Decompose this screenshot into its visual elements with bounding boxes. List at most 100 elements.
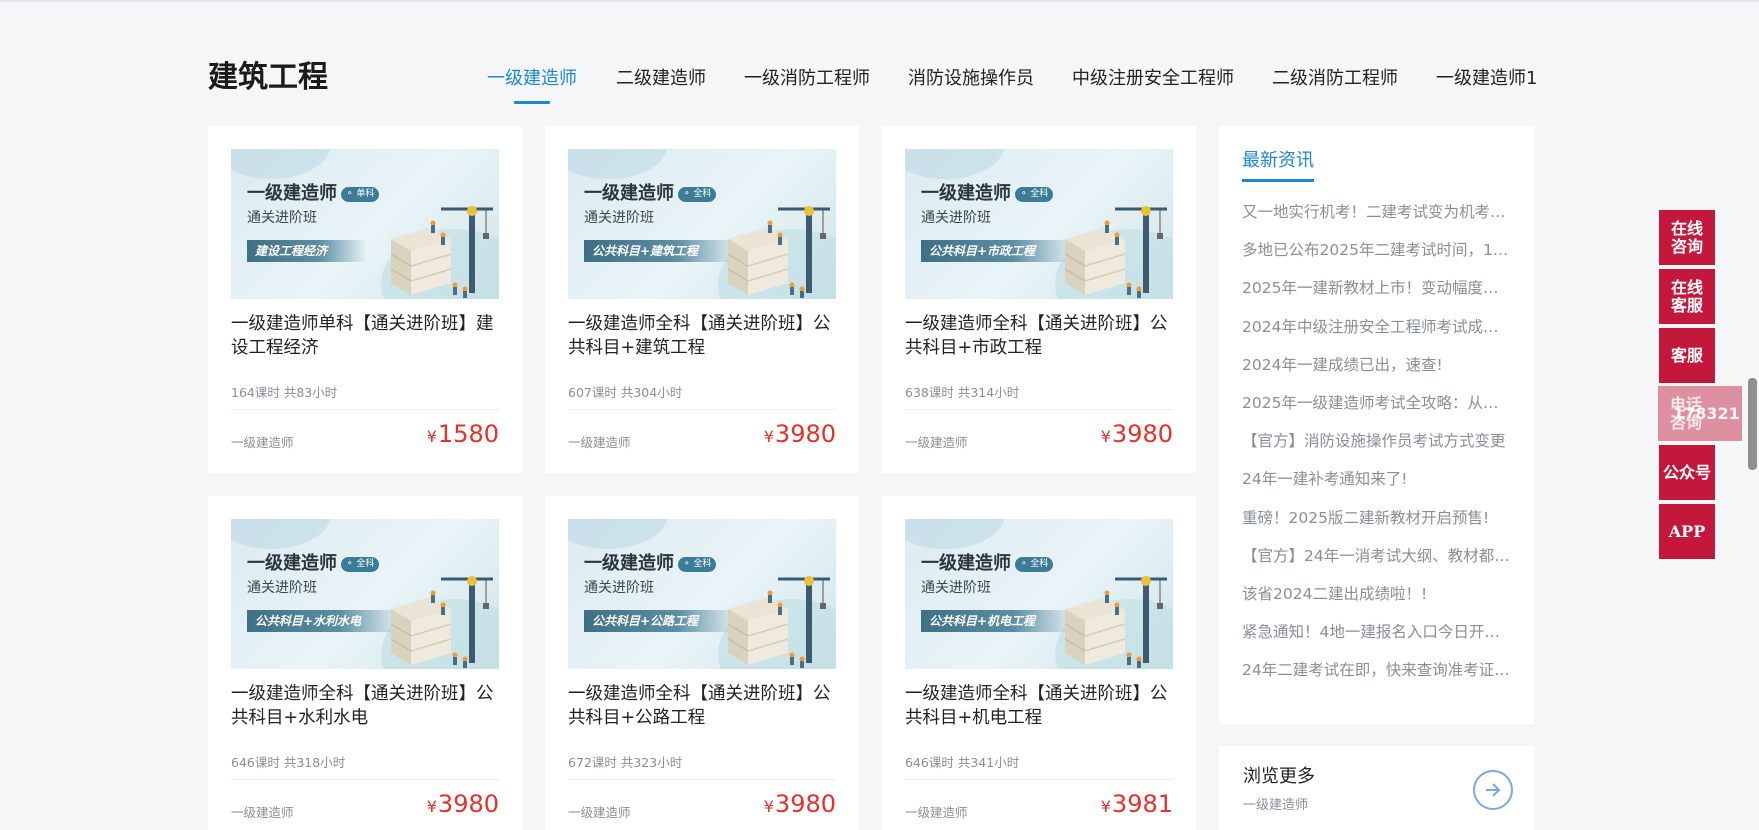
course-card[interactable]: 一级建造师 ⚬ 全科 通关进阶班 公共科目+市政工程 一级建造师全科【通关进阶班… — [882, 126, 1196, 473]
thumbnail-ribbon: 公共科目+机电工程 — [921, 610, 1076, 632]
thumbnail-ribbon: 公共科目+公路工程 — [584, 610, 739, 632]
thumbnail-title: 一级建造师 ⚬ 全科 — [584, 179, 717, 205]
course-category: 一级建造师 — [905, 805, 968, 820]
news-item[interactable]: 24年一建补考通知来了! — [1242, 469, 1514, 507]
news-item[interactable]: 24年二建考试在即，快来查询准考证… — [1242, 660, 1514, 698]
course-category: 一级建造师 — [231, 805, 294, 820]
online-service-button[interactable]: 在线客服 — [1659, 269, 1715, 324]
thumbnail-decor — [568, 519, 668, 549]
headphone-badge: ⚬ 全科 — [341, 557, 380, 572]
thumbnail-decor — [905, 519, 1005, 549]
news-panel: 最新资讯 又一地实行机考！二建考试变为机考… 多地已公布2025年二建考试时间，… — [1219, 126, 1534, 724]
course-thumbnail[interactable]: 一级建造师 ⚬ 单科 通关进阶班 建设工程经济 — [231, 149, 499, 299]
course-thumbnail[interactable]: 一级建造师 ⚬ 全科 通关进阶班 公共科目+市政工程 — [905, 149, 1173, 299]
news-item[interactable]: 2025年一建新教材上市！变动幅度… — [1242, 278, 1514, 316]
tab-erxiao[interactable]: 二级消防工程师 — [1272, 64, 1398, 104]
app-button[interactable]: APP — [1659, 504, 1715, 559]
course-card[interactable]: 一级建造师 ⚬ 全科 通关进阶班 公共科目+建筑工程 一级建造师全科【通关进阶班… — [545, 126, 859, 473]
thumbnail-subtitle: 通关进阶班 — [584, 580, 654, 596]
course-title[interactable]: 一级建造师全科【通关进阶班】公共科目+机电工程 — [905, 682, 1175, 730]
course-price: ¥3980 — [763, 790, 836, 818]
thumbnail-subtitle: 通关进阶班 — [584, 210, 654, 226]
thumbnail-title: 一级建造师 ⚬ 全科 — [247, 549, 380, 575]
thumbnail-subtitle: 通关进阶班 — [921, 210, 991, 226]
building-crane-illustration — [1064, 206, 1167, 298]
arrow-right-circle-icon[interactable] — [1473, 770, 1513, 810]
course-card[interactable]: 一级建造师 ⚬ 全科 通关进阶班 公共科目+水利水电 一级建造师全科【通关进阶班… — [208, 496, 522, 830]
thumbnail-ribbon: 建设工程经济 — [247, 240, 368, 262]
building-crane-illustration — [390, 576, 493, 668]
online-consult-button[interactable]: 在线咨询 — [1659, 210, 1715, 265]
tab-safety-engineer[interactable]: 中级注册安全工程师 — [1072, 64, 1234, 104]
course-category: 一级建造师 — [231, 435, 294, 450]
course-category: 一级建造师 — [568, 435, 631, 450]
thumbnail-ribbon: 公共科目+水利水电 — [247, 610, 402, 632]
course-title[interactable]: 一级建造师单科【通关进阶班】建设工程经济 — [231, 312, 501, 360]
category-tabs: 一级建造师 二级建造师 一级消防工程师 消防设施操作员 中级注册安全工程师 二级… — [487, 64, 1537, 104]
official-account-button[interactable]: 公众号 — [1659, 445, 1715, 500]
course-thumbnail[interactable]: 一级建造师 ⚬ 全科 通关进阶班 公共科目+建筑工程 — [568, 149, 836, 299]
service-button[interactable]: 客服 — [1659, 328, 1715, 383]
news-item[interactable]: 2024年一建成绩已出，速查! — [1242, 355, 1514, 393]
thumbnail-subtitle: 通关进阶班 — [247, 210, 317, 226]
news-item[interactable]: 紧急通知！4地一建报名入口今日开… — [1242, 622, 1514, 660]
course-price: ¥3981 — [1100, 790, 1173, 818]
course-hours: 638课时 共314小时 — [905, 385, 1020, 400]
course-hours: 672课时 共323小时 — [568, 755, 683, 770]
news-item[interactable]: 又一地实行机考！二建考试变为机考… — [1242, 202, 1514, 240]
thumbnail-subtitle: 通关进阶班 — [921, 580, 991, 596]
thumbnail-title: 一级建造师 ⚬ 全科 — [584, 549, 717, 575]
course-price: ¥3980 — [426, 790, 499, 818]
course-thumbnail[interactable]: 一级建造师 ⚬ 全科 通关进阶班 公共科目+公路工程 — [568, 519, 836, 669]
news-item[interactable]: 【官方】消防设施操作员考试方式变更 — [1242, 431, 1514, 469]
divider — [568, 409, 836, 410]
headphone-badge: ⚬ 全科 — [1015, 557, 1054, 572]
page-title: 建筑工程 — [208, 60, 328, 95]
browse-more-title: 浏览更多 — [1243, 766, 1315, 787]
headphone-badge: ⚬ 全科 — [678, 187, 717, 202]
course-card[interactable]: 一级建造师 ⚬ 全科 通关进阶班 公共科目+机电工程 一级建造师全科【通关进阶班… — [882, 496, 1196, 830]
news-item[interactable]: 多地已公布2025年二建考试时间，1… — [1242, 240, 1514, 278]
news-item[interactable]: 【官方】24年一消考试大纲、教材都… — [1242, 546, 1514, 584]
news-item[interactable]: 2025年一级建造师考试全攻略：从… — [1242, 393, 1514, 431]
course-thumbnail[interactable]: 一级建造师 ⚬ 全科 通关进阶班 公共科目+机电工程 — [905, 519, 1173, 669]
tab-yixiao[interactable]: 一级消防工程师 — [744, 64, 870, 104]
headphone-badge: ⚬ 全科 — [678, 557, 717, 572]
divider — [231, 779, 499, 780]
top-border — [0, 0, 1759, 2]
browse-more-panel[interactable]: 浏览更多 一级建造师 — [1219, 746, 1534, 830]
course-price: ¥3980 — [1100, 420, 1173, 448]
course-title[interactable]: 一级建造师全科【通关进阶班】公共科目+公路工程 — [568, 682, 838, 730]
course-thumbnail[interactable]: 一级建造师 ⚬ 全科 通关进阶班 公共科目+水利水电 — [231, 519, 499, 669]
tab-fire-operator[interactable]: 消防设施操作员 — [908, 64, 1034, 104]
thumbnail-title: 一级建造师 ⚬ 全科 — [921, 179, 1054, 205]
tab-erjian[interactable]: 二级建造师 — [616, 64, 706, 104]
phone-number: 178321 — [1673, 404, 1740, 423]
divider — [905, 409, 1173, 410]
thumbnail-title: 一级建造师 ⚬ 单科 — [247, 179, 380, 205]
course-hours: 646课时 共341小时 — [905, 755, 1020, 770]
thumbnail-decor — [231, 519, 331, 549]
scrollbar-thumb[interactable] — [1748, 378, 1757, 470]
divider — [905, 779, 1173, 780]
news-item[interactable]: 重磅！2025版二建新教材开启预售! — [1242, 508, 1514, 546]
thumbnail-ribbon: 公共科目+市政工程 — [921, 240, 1076, 262]
course-card[interactable]: 一级建造师 ⚬ 单科 通关进阶班 建设工程经济 一级建造师单科【通关进阶班】建设… — [208, 126, 522, 473]
news-heading[interactable]: 最新资讯 — [1242, 146, 1314, 182]
building-crane-illustration — [727, 206, 830, 298]
building-crane-illustration — [390, 206, 493, 298]
tab-yijian-1[interactable]: 一级建造师1 — [1436, 64, 1537, 104]
course-category: 一级建造师 — [568, 805, 631, 820]
course-hours: 164课时 共83小时 — [231, 385, 338, 400]
tab-yijian[interactable]: 一级建造师 — [487, 64, 577, 104]
course-title[interactable]: 一级建造师全科【通关进阶班】公共科目+建筑工程 — [568, 312, 838, 360]
news-item[interactable]: 2024年中级注册安全工程师考试成… — [1242, 317, 1514, 355]
news-item[interactable]: 该省2024二建出成绩啦！! — [1242, 584, 1514, 622]
course-price: ¥1580 — [426, 420, 499, 448]
headphone-badge: ⚬ 单科 — [341, 187, 380, 202]
course-card[interactable]: 一级建造师 ⚬ 全科 通关进阶班 公共科目+公路工程 一级建造师全科【通关进阶班… — [545, 496, 859, 830]
course-title[interactable]: 一级建造师全科【通关进阶班】公共科目+水利水电 — [231, 682, 501, 730]
headphone-badge: ⚬ 全科 — [1015, 187, 1054, 202]
divider — [231, 409, 499, 410]
course-title[interactable]: 一级建造师全科【通关进阶班】公共科目+市政工程 — [905, 312, 1175, 360]
